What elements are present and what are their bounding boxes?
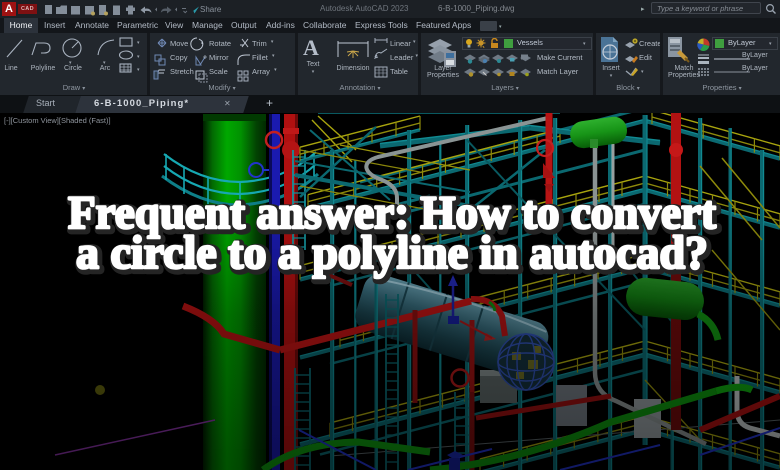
svg-text:▾: ▾ — [137, 54, 140, 60]
svg-text:▾: ▾ — [137, 40, 140, 46]
svg-text:▾: ▾ — [137, 67, 140, 73]
svg-text:a circle to a polyline in auto: a circle to a polyline in autocad? — [76, 227, 708, 279]
